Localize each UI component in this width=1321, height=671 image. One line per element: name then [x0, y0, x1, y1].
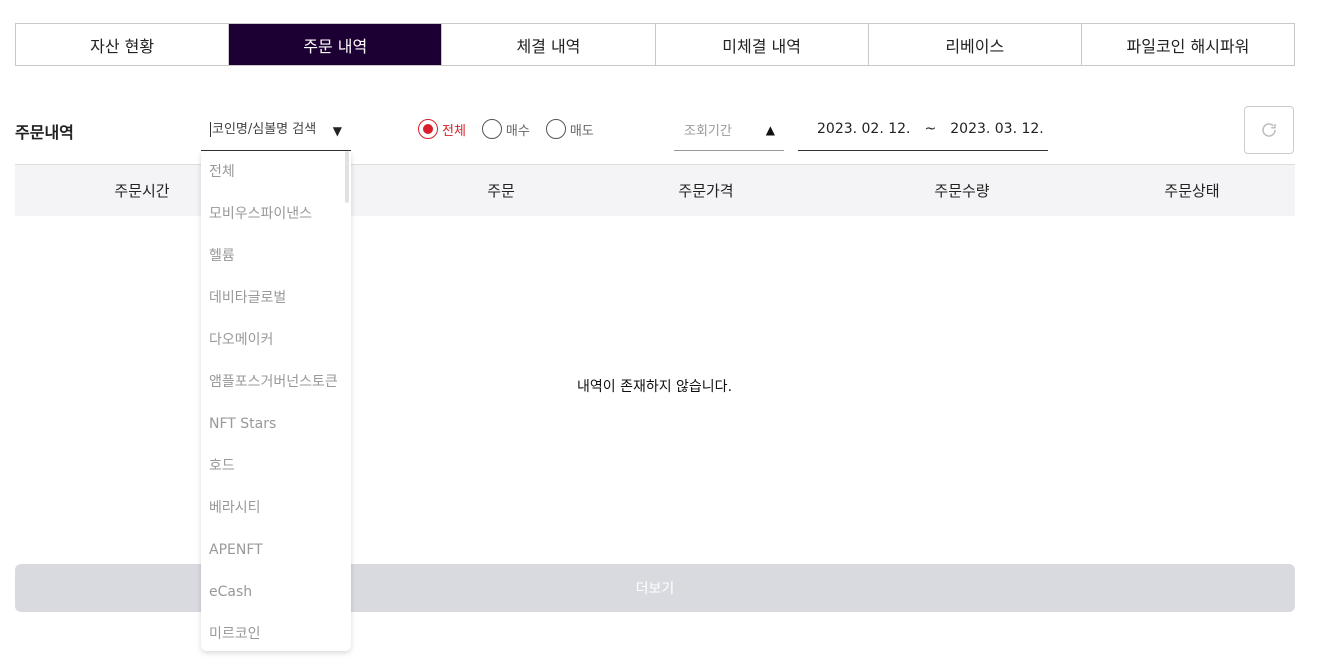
tab-bar: 자산 현황 주문 내역 체결 내역 미체결 내역 리베이스 파일코인 해시파워	[15, 23, 1295, 66]
caret-up-icon[interactable]: ▲	[766, 123, 775, 137]
radio-circle[interactable]	[545, 119, 566, 139]
dropdown-item[interactable]: APENFT	[201, 529, 351, 571]
date-from[interactable]: 2023. 02. 12.	[817, 121, 911, 137]
dropdown-item[interactable]: 베라시티	[201, 487, 351, 529]
radio-circle[interactable]	[481, 119, 502, 139]
tab-unfilled-history[interactable]: 미체결 내역	[656, 24, 869, 65]
column-header: 주문	[487, 182, 515, 200]
tab-order-history[interactable]: 주문 내역	[229, 24, 443, 65]
section-title: 주문내역	[15, 123, 74, 142]
refresh-icon	[1262, 123, 1276, 137]
empty-message: 내역이 존재하지 않습니다.	[576, 379, 733, 395]
date-to[interactable]: 2023. 03. 12.	[950, 121, 1044, 137]
dropdown-item[interactable]: 다오메이커	[201, 319, 351, 361]
radio-label: 매수	[505, 123, 530, 139]
coin-dropdown-list: 전체 모비우스파이낸스 헬륨 데비타글로벌 다오메이커 앰플포스거버넌스토큰 N…	[201, 151, 351, 651]
radio-label: 매도	[569, 123, 594, 139]
dropdown-item[interactable]: 미르코인	[201, 613, 351, 651]
column-header: 주문시간	[114, 182, 170, 200]
radio-circle[interactable]	[418, 119, 438, 139]
date-separator: ~	[924, 121, 937, 137]
tab-filecoin-hashpower[interactable]: 파일코인 해시파워	[1082, 24, 1294, 65]
dropdown-item[interactable]: 데비타글로벌	[201, 277, 351, 319]
dropdown-scrollbar[interactable]	[345, 151, 349, 203]
radio-buy[interactable]: 매수	[481, 119, 530, 139]
radio-all[interactable]: 전체	[418, 119, 466, 139]
column-header: 주문수량	[934, 182, 990, 200]
dropdown-item[interactable]: 전체	[201, 151, 351, 193]
dropdown-item[interactable]: 호드	[201, 445, 351, 487]
date-range-picker[interactable]: 2023. 02. 12. ~ 2023. 03. 12.	[798, 108, 1048, 151]
tab-rebase[interactable]: 리베이스	[869, 24, 1082, 65]
order-type-radio-group: 전체 매수 매도	[418, 119, 594, 139]
period-label: 조회기간	[684, 123, 732, 139]
column-header: 주문상태	[1164, 182, 1220, 200]
search-placeholder: 코인명/심볼명 검색	[210, 121, 317, 137]
dropdown-item[interactable]: eCash	[201, 571, 351, 613]
caret-down-icon[interactable]: ▼	[333, 124, 342, 138]
tab-asset-status[interactable]: 자산 현황	[16, 24, 230, 65]
radio-sell[interactable]: 매도	[545, 119, 594, 139]
tab-filled-history[interactable]: 체결 내역	[442, 24, 656, 65]
dropdown-item[interactable]: 모비우스파이낸스	[201, 193, 351, 235]
radio-label: 전체	[442, 123, 466, 139]
coin-search-select[interactable]: 코인명/심볼명 검색 ▼	[201, 108, 351, 151]
dropdown-item[interactable]: 헬륨	[201, 235, 351, 277]
period-select[interactable]: 조회기간 ▲	[674, 108, 784, 151]
refresh-button[interactable]	[1244, 106, 1294, 154]
column-header: 주문가격	[678, 182, 734, 200]
dropdown-item[interactable]: NFT Stars	[201, 403, 351, 445]
dropdown-item[interactable]: 앰플포스거버넌스토큰	[201, 361, 351, 403]
